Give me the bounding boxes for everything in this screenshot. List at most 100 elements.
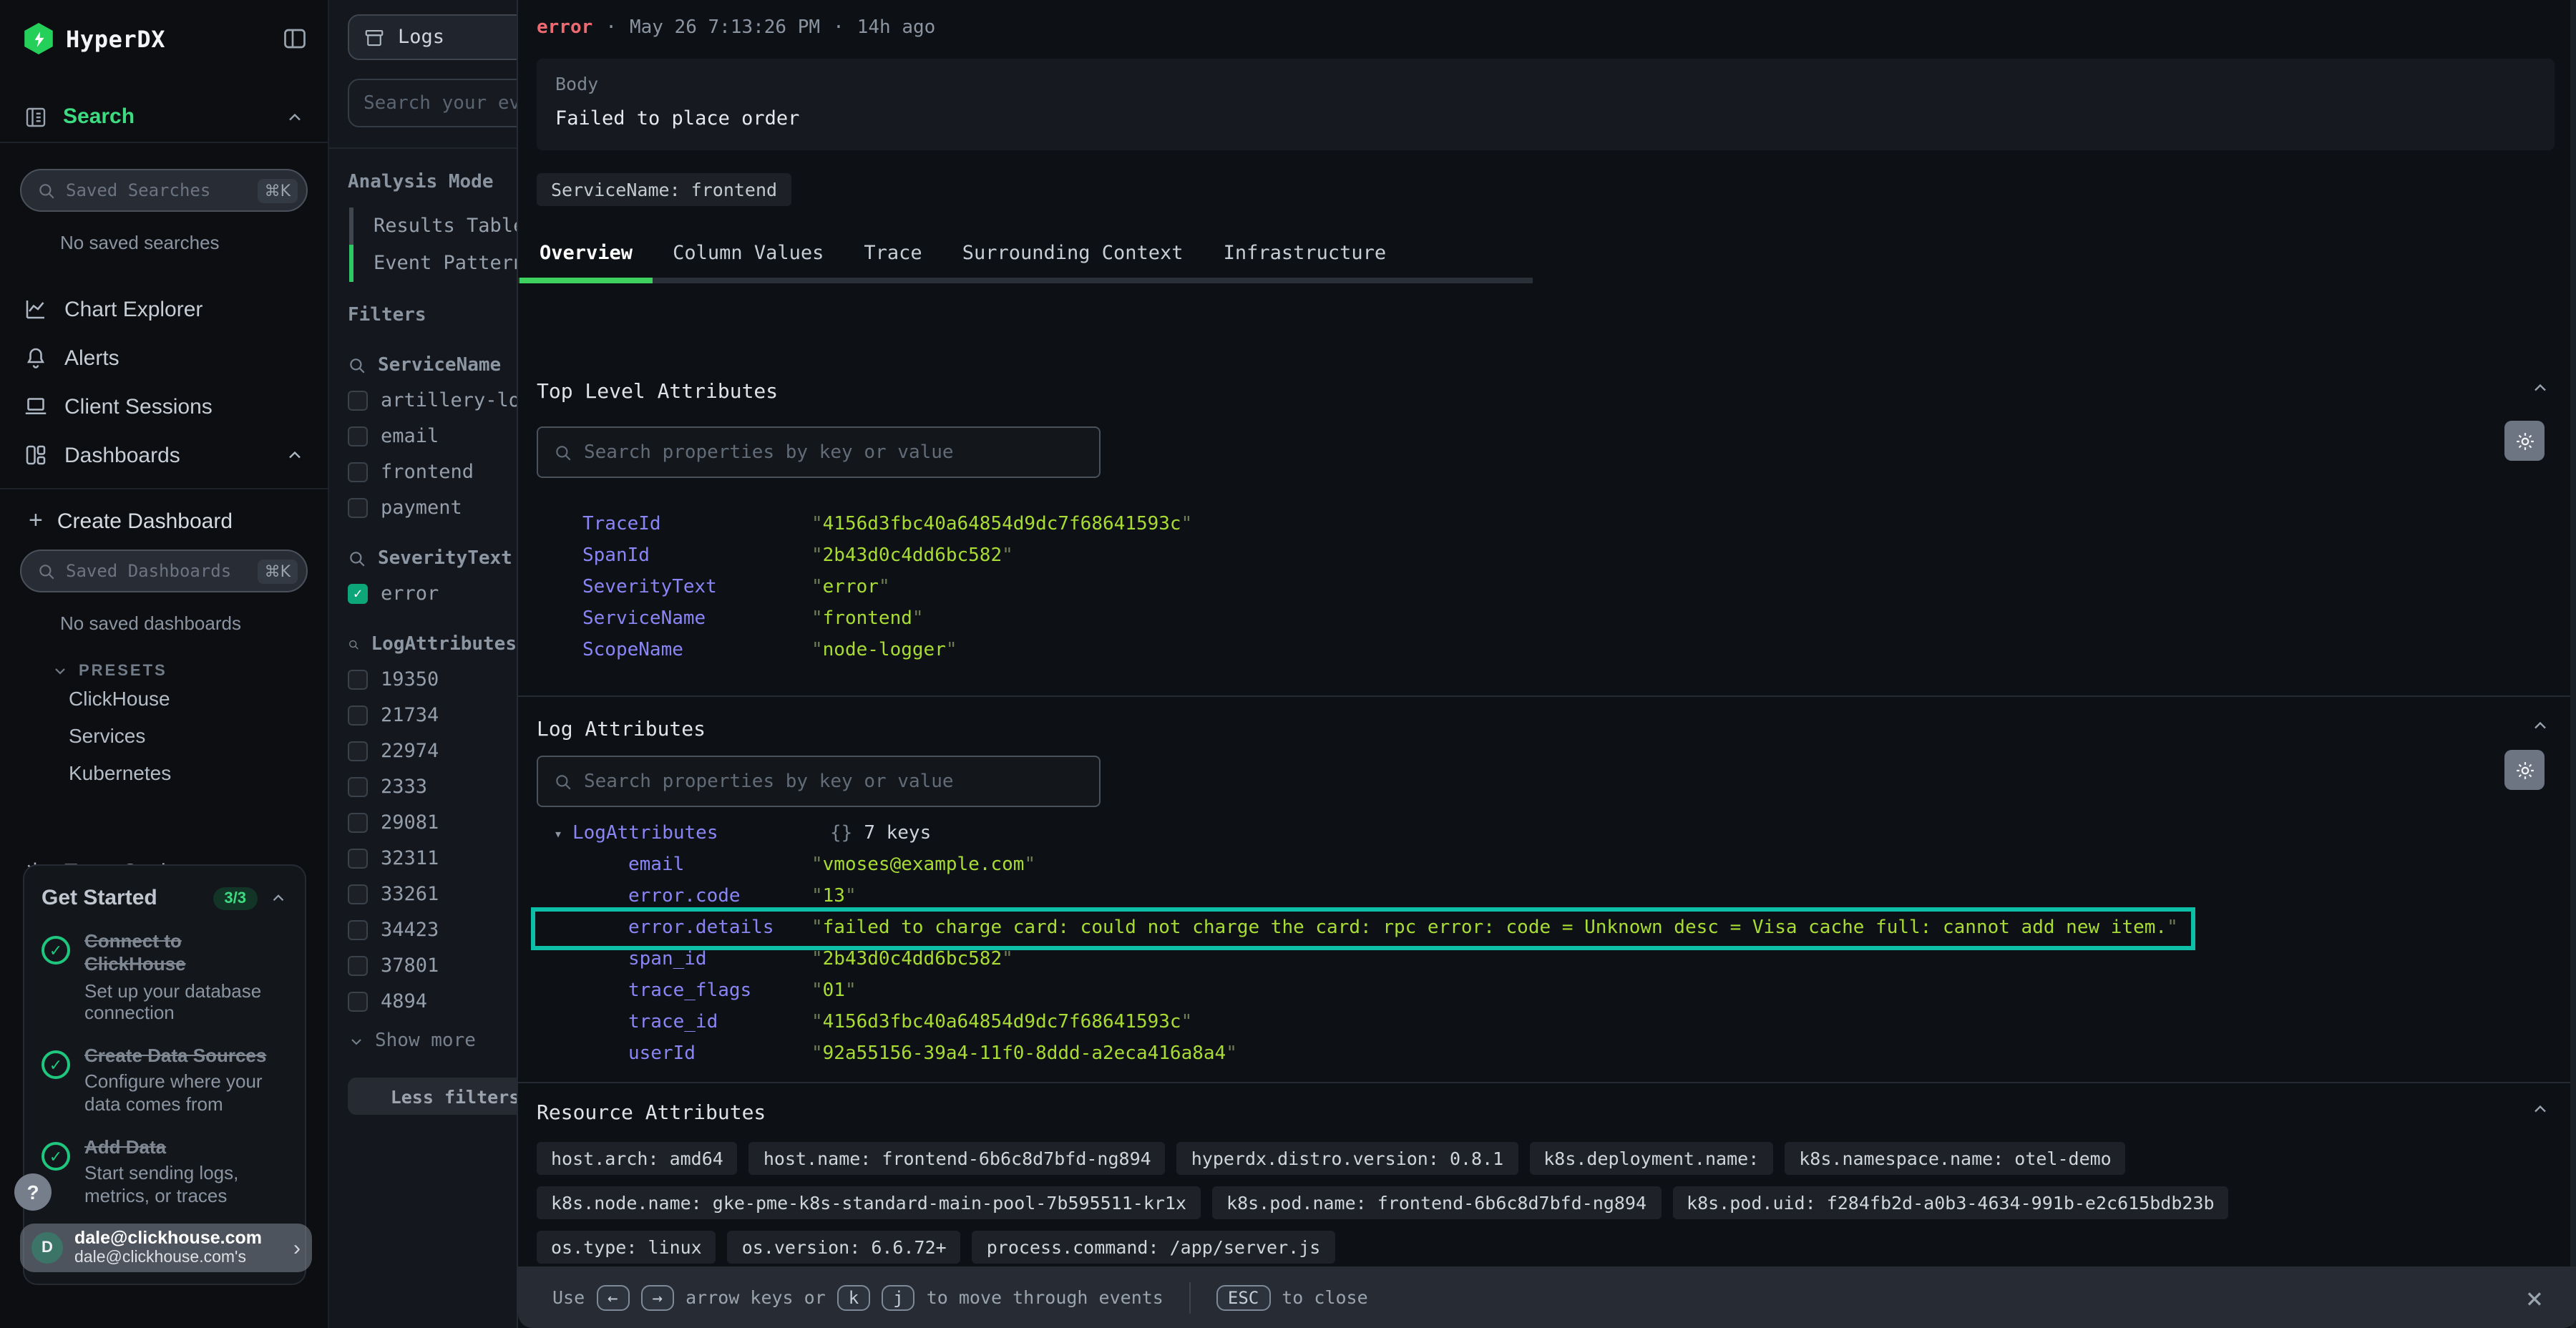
scrollbar[interactable] bbox=[2570, 0, 2576, 1328]
filter-option[interactable]: 21734 bbox=[348, 704, 517, 727]
filter-option[interactable]: email bbox=[348, 425, 517, 448]
filter-group-servicename[interactable]: ServiceName bbox=[348, 355, 517, 376]
resource-chip[interactable]: host.arch: amd64 bbox=[537, 1142, 738, 1175]
attribute-row[interactable]: span_id2b43d0c4dd6bc582 bbox=[537, 944, 1013, 976]
sidebar-item-kubernetes[interactable]: Kubernetes bbox=[69, 754, 328, 791]
sidebar-item-clickhouse[interactable]: ClickHouse bbox=[69, 680, 328, 717]
checkbox[interactable] bbox=[348, 920, 368, 940]
tab-overview[interactable]: Overview bbox=[519, 229, 653, 283]
checkbox[interactable] bbox=[348, 462, 368, 482]
show-more-button[interactable]: Show more bbox=[348, 1030, 517, 1052]
attribute-row[interactable]: trace_flags01 bbox=[537, 976, 857, 1007]
tree-caret-icon[interactable]: ▾ bbox=[554, 820, 572, 851]
attribute-key[interactable]: SpanId bbox=[582, 541, 811, 572]
attribute-row[interactable]: error.code13 bbox=[537, 882, 857, 913]
resource-chip[interactable]: k8s.node.name: gke-pme-k8s-standard-main… bbox=[537, 1186, 1201, 1219]
sidebar-item-dashboards[interactable]: Dashboards bbox=[0, 431, 328, 479]
sidebar-item-alerts[interactable]: Alerts bbox=[0, 333, 328, 382]
attribute-key[interactable]: ScopeName bbox=[582, 635, 811, 667]
resource-chip[interactable]: k8s.deployment.name: bbox=[1529, 1142, 1773, 1175]
filter-option[interactable]: 33261 bbox=[348, 883, 517, 906]
filter-option[interactable]: 29081 bbox=[348, 811, 517, 834]
filter-option[interactable]: artillery-loadgen bbox=[348, 389, 517, 412]
attribute-value[interactable]: 92a55156-39a4-11f0-8ddd-a2eca416a8a4 bbox=[811, 1039, 1237, 1070]
top-level-search-input[interactable] bbox=[584, 441, 1083, 463]
checkbox[interactable] bbox=[348, 849, 368, 869]
tab-trace[interactable]: Trace bbox=[844, 229, 942, 278]
checkbox[interactable] bbox=[348, 956, 368, 976]
checkbox[interactable] bbox=[348, 884, 368, 904]
attribute-value[interactable]: vmoses@example.com bbox=[811, 850, 1035, 882]
filter-option[interactable]: 4894 bbox=[348, 990, 517, 1013]
attribute-value[interactable]: failed to charge card: could not charge … bbox=[811, 913, 2178, 944]
help-button[interactable]: ? bbox=[14, 1173, 52, 1211]
sidebar-item-client-sessions[interactable]: Client Sessions bbox=[0, 382, 328, 431]
attribute-row[interactable]: ServiceNamefrontend bbox=[537, 604, 924, 635]
saved-searches-search[interactable]: ⌘K bbox=[20, 169, 308, 212]
filter-option[interactable]: 32311 bbox=[348, 847, 517, 870]
create-dashboard-button[interactable]: + Create Dashboard bbox=[0, 489, 328, 541]
attribute-value[interactable]: 4156d3fbc40a64854d9dc7f68641593c bbox=[811, 1007, 1192, 1039]
attribute-key[interactable]: error.details bbox=[628, 913, 811, 944]
attribute-key[interactable]: LogAttributes bbox=[572, 819, 830, 850]
get-started-step-connect[interactable]: ✓ Connect to ClickHouse Set up your data… bbox=[42, 930, 288, 1025]
checkbox[interactable] bbox=[348, 992, 368, 1012]
checkbox[interactable] bbox=[348, 813, 368, 833]
filter-option[interactable]: payment bbox=[348, 497, 517, 519]
attribute-key[interactable]: error.code bbox=[628, 882, 811, 913]
attribute-value[interactable]: 4156d3fbc40a64854d9dc7f68641593c bbox=[811, 509, 1192, 541]
log-attributes-root-row[interactable]: ▾ LogAttributes {} 7 keys bbox=[537, 819, 931, 851]
resource-chip[interactable]: os.version: 6.6.72+ bbox=[728, 1231, 961, 1264]
mode-event-patterns[interactable]: Event Patterns bbox=[349, 245, 517, 282]
filter-option[interactable]: 2333 bbox=[348, 776, 517, 799]
filter-group-severitytext[interactable]: SeverityText bbox=[348, 548, 517, 570]
mode-results-table[interactable]: Results Table bbox=[349, 208, 517, 245]
get-started-step-add-data[interactable]: ✓ Add Data Start sending logs, metrics, … bbox=[42, 1136, 288, 1208]
checkbox[interactable] bbox=[348, 777, 368, 797]
resource-chip[interactable]: hyperdx.distro.version: 0.8.1 bbox=[1177, 1142, 1518, 1175]
checkbox[interactable] bbox=[348, 741, 368, 761]
sidebar-item-services[interactable]: Services bbox=[69, 717, 328, 754]
collapse-section-button[interactable] bbox=[2530, 716, 2550, 743]
saved-searches-input[interactable] bbox=[66, 180, 248, 200]
attribute-value[interactable]: node-logger bbox=[811, 635, 957, 667]
attribute-key[interactable]: userId bbox=[628, 1039, 811, 1070]
tab-infrastructure[interactable]: Infrastructure bbox=[1204, 229, 1407, 278]
attribute-key[interactable]: SeverityText bbox=[582, 572, 811, 604]
chevron-up-icon[interactable] bbox=[285, 445, 305, 465]
attribute-value[interactable]: 2b43d0c4dd6bc582 bbox=[811, 541, 1013, 572]
chevron-up-icon[interactable] bbox=[269, 889, 288, 907]
attribute-value[interactable]: 2b43d0c4dd6bc582 bbox=[811, 944, 1013, 976]
checkbox[interactable] bbox=[348, 498, 368, 518]
resource-chip[interactable]: k8s.pod.name: frontend-6b6c8d7bfd-ng894 bbox=[1212, 1186, 1661, 1219]
attribute-key[interactable]: span_id bbox=[628, 944, 811, 976]
checkbox[interactable] bbox=[348, 391, 368, 411]
attribute-row[interactable]: SeverityTexterror bbox=[537, 572, 890, 604]
attribute-row[interactable]: trace_id4156d3fbc40a64854d9dc7f68641593c bbox=[537, 1007, 1192, 1039]
attribute-key[interactable]: TraceId bbox=[582, 509, 811, 541]
resource-chip[interactable]: k8s.pod.uid: f284fb2d-a0b3-4634-991b-e2c… bbox=[1672, 1186, 2229, 1219]
filter-option[interactable]: 19350 bbox=[348, 668, 517, 691]
attribute-key[interactable]: trace_id bbox=[628, 1007, 811, 1039]
filter-option[interactable]: 34423 bbox=[348, 919, 517, 942]
user-menu[interactable]: D dale@clickhouse.com dale@clickhouse.co… bbox=[20, 1224, 312, 1272]
filter-option[interactable]: 22974 bbox=[348, 740, 517, 763]
checkbox[interactable] bbox=[348, 706, 368, 726]
filter-option-error[interactable]: ✓error bbox=[348, 582, 517, 605]
checkbox[interactable] bbox=[348, 426, 368, 446]
attribute-row-highlighted[interactable]: error.detailsfailed to charge card: coul… bbox=[537, 913, 2190, 944]
saved-dashboards-search[interactable]: ⌘K bbox=[20, 550, 308, 592]
attribute-row[interactable]: ScopeNamenode-logger bbox=[537, 635, 957, 667]
attribute-key[interactable]: ServiceName bbox=[582, 604, 811, 635]
attribute-value[interactable]: error bbox=[811, 572, 890, 604]
collapse-section-button[interactable] bbox=[2530, 378, 2550, 405]
attribute-row[interactable]: emailvmoses@example.com bbox=[537, 850, 1035, 882]
sidebar-collapse-button[interactable] bbox=[282, 26, 308, 52]
get-started-step-sources[interactable]: ✓ Create Data Sources Configure where yo… bbox=[42, 1045, 288, 1116]
filter-group-logattributes[interactable]: LogAttributes bbox=[348, 634, 517, 655]
resource-chip[interactable]: host.name: frontend-6b6c8d7bfd-ng894 bbox=[749, 1142, 1166, 1175]
sidebar-item-search[interactable]: Search bbox=[0, 92, 328, 143]
saved-dashboards-input[interactable] bbox=[66, 561, 248, 581]
close-icon[interactable]: × bbox=[2526, 1283, 2543, 1312]
log-attributes-search-input[interactable] bbox=[584, 771, 1083, 792]
